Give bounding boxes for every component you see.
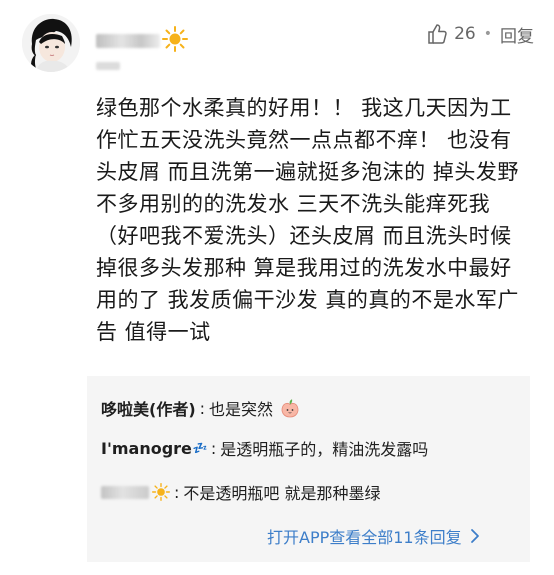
sun-badge-icon xyxy=(152,483,170,501)
reply-text: 不是透明瓶吧 就是那种墨绿 xyxy=(183,484,381,503)
sleep-badge-icon: 💤 xyxy=(192,441,208,455)
sun-badge-icon xyxy=(162,26,188,52)
separator-dot: • xyxy=(483,26,492,42)
username-blurred[interactable] xyxy=(96,34,160,48)
reply-item[interactable]: : 不是透明瓶吧 就是那种墨绿 xyxy=(101,480,380,504)
chevron-right-icon xyxy=(470,529,479,543)
open-app-label: 打开APP查看全部11条回复 xyxy=(267,528,462,547)
comment-body: 绿色那个水柔真的好用！！ 我这几天因为工 作忙五天没洗头竟然一点点都不痒！ 也没… xyxy=(96,96,519,344)
reply-text: 也是突然 xyxy=(209,400,274,419)
reply-colon: : xyxy=(199,398,206,418)
reply-author[interactable]: I'manogre xyxy=(101,439,192,458)
replies-panel: 哆啦美(作者) : 也是突然 I'manogre 💤 : 是透明瓶子的，精油洗发… xyxy=(87,376,530,562)
reply-item[interactable]: I'manogre 💤 : 是透明瓶子的，精油洗发露吗 xyxy=(101,436,428,460)
peach-emoji-icon xyxy=(281,399,299,418)
avatar-image xyxy=(22,14,80,72)
reply-colon: : xyxy=(210,438,217,458)
user-avatar[interactable] xyxy=(22,14,80,72)
like-count: 26 xyxy=(454,24,476,44)
user-meta-blurred xyxy=(96,62,120,70)
reply-colon: : xyxy=(174,482,180,502)
comment-actions: 26 • 回复 xyxy=(426,22,534,47)
reply-author[interactable]: 哆啦美(作者) xyxy=(101,396,196,420)
open-app-link[interactable]: 打开APP查看全部11条回复 xyxy=(267,524,480,548)
reply-button[interactable]: 回复 xyxy=(500,22,534,47)
reply-author-blurred[interactable] xyxy=(101,485,149,499)
reply-text: 是透明瓶子的，精油洗发露吗 xyxy=(220,440,429,459)
thumbs-up-icon[interactable] xyxy=(426,23,448,45)
reply-item[interactable]: 哆啦美(作者) : 也是突然 xyxy=(101,396,301,420)
